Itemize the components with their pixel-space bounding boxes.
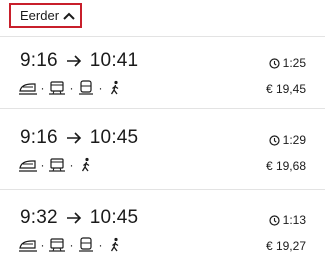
trip-option[interactable]: 9:32 10:45 1:13 · · · € 19,27 xyxy=(0,193,325,262)
chevron-up-icon xyxy=(63,12,75,20)
trip-price: € 19,27 xyxy=(265,239,306,253)
trip-times: 9:16 10:45 xyxy=(20,127,138,149)
earlier-label: Eerder xyxy=(20,8,60,23)
clock-icon xyxy=(269,214,280,226)
separator-dot: · xyxy=(98,238,103,252)
clock-icon xyxy=(269,57,280,69)
high-speed-train-icon xyxy=(18,79,38,97)
separator-dot: · xyxy=(69,238,74,252)
bus-icon xyxy=(76,236,96,254)
separator-dot: · xyxy=(98,81,103,95)
earlier-button[interactable]: Eerder xyxy=(9,3,82,28)
trip-list: Eerder 9:16 10:41 1:25 · · · € 19,45 9:1… xyxy=(0,0,325,262)
intercity-train-icon xyxy=(47,79,67,97)
high-speed-train-icon xyxy=(18,236,38,254)
trip-duration: 1:29 xyxy=(269,133,306,147)
transport-modes: · · xyxy=(18,156,96,174)
arrow-right-icon xyxy=(66,212,82,224)
divider xyxy=(0,108,325,109)
departure-time: 9:16 xyxy=(20,50,58,71)
walk-icon xyxy=(105,236,125,254)
transport-modes: · · · xyxy=(18,236,125,254)
clock-icon xyxy=(269,134,280,146)
arrival-time: 10:45 xyxy=(89,207,139,228)
intercity-train-icon xyxy=(47,236,67,254)
trip-times: 9:16 10:41 xyxy=(20,50,138,72)
trip-price: € 19,68 xyxy=(265,159,306,173)
trip-times: 9:32 10:45 xyxy=(20,207,138,229)
bus-icon xyxy=(76,79,96,97)
trip-duration: 1:13 xyxy=(269,213,306,227)
duration-text: 1:29 xyxy=(282,133,306,147)
departure-time: 9:32 xyxy=(20,207,58,228)
departure-time: 9:16 xyxy=(20,127,58,148)
separator-dot: · xyxy=(69,158,74,172)
trip-price: € 19,45 xyxy=(265,82,306,96)
arrow-right-icon xyxy=(66,55,82,67)
separator-dot: · xyxy=(69,81,74,95)
trip-option[interactable]: 9:16 10:45 1:29 · · € 19,68 xyxy=(0,113,325,185)
duration-text: 1:25 xyxy=(282,56,306,70)
intercity-train-icon xyxy=(47,156,67,174)
high-speed-train-icon xyxy=(18,156,38,174)
separator-dot: · xyxy=(40,158,45,172)
walk-icon xyxy=(76,156,96,174)
transport-modes: · · · xyxy=(18,79,125,97)
separator-dot: · xyxy=(40,238,45,252)
arrival-time: 10:41 xyxy=(89,50,139,71)
separator-dot: · xyxy=(40,81,45,95)
trip-option[interactable]: 9:16 10:41 1:25 · · · € 19,45 xyxy=(0,36,325,108)
duration-text: 1:13 xyxy=(282,213,306,227)
trip-duration: 1:25 xyxy=(269,56,306,70)
arrival-time: 10:45 xyxy=(89,127,139,148)
arrow-right-icon xyxy=(66,132,82,144)
divider xyxy=(0,189,325,190)
walk-icon xyxy=(105,79,125,97)
